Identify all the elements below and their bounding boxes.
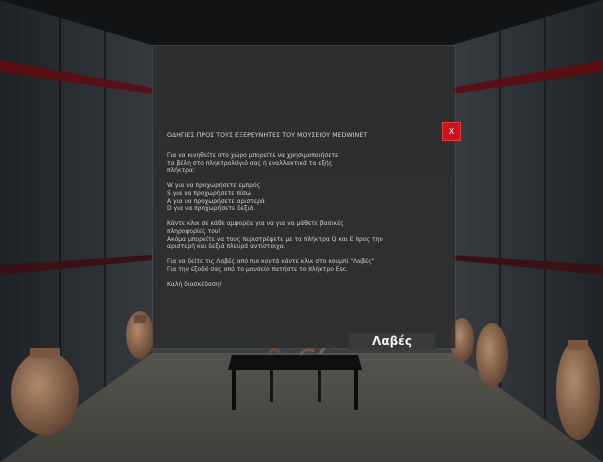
instruction-line: A για να προχωρήσετε αριστερά — [167, 197, 265, 205]
instruction-line: αριστερή και δεξιά πλευρά αντίστοιχα. — [167, 243, 286, 251]
instruction-line: Για να κινηθείτε στο χώρο μπορείτε να χρ… — [167, 152, 339, 159]
museum-scene: ΟΔΗΓΙΕΣ ΠΡΟΣ ΤΟΥΣ ΕΞΕΡΕΥΝΗΤΕΣ ΤΟΥ ΜΟΥΣΕΙ… — [0, 0, 603, 462]
close-button[interactable]: X — [442, 122, 461, 141]
instruction-line: Κάντε κλικ σε κάθε αμφορέα για να για να… — [167, 220, 344, 228]
dialog-title: ΟΔΗΓΙΕΣ ΠΡΟΣ ΤΟΥΣ ΕΞΕΡΕΥΝΗΤΕΣ ΤΟΥ ΜΟΥΣΕΙ… — [167, 132, 368, 139]
instructions-dialog: ΟΔΗΓΙΕΣ ΠΡΟΣ ΤΟΥΣ ΕΞΕΡΕΥΝΗΤΕΣ ΤΟΥ ΜΟΥΣΕΙ… — [153, 46, 455, 348]
labes-button[interactable]: Λαβές — [349, 333, 435, 350]
instruction-line: Καλή διασκέδαση! — [167, 281, 223, 289]
instruction-line: Για την έξοδό σας από το μουσείο πατήστε… — [167, 265, 348, 273]
instruction-line: D για να προχωρήσετε δεξιά. — [167, 205, 256, 213]
instruction-line: πλήκτρα: — [167, 167, 195, 175]
instruction-line: τα βέλη στο πληκτρολόγιό σας ή εναλλακτι… — [167, 159, 333, 167]
instruction-line: W για να προχωρήσετε εμπρός — [167, 182, 261, 190]
instruction-line: S για να προχωρήσετε πίσω — [167, 189, 251, 197]
instruction-line: Για να δείτε τις Λαβές από πιο κοντά κάν… — [167, 258, 375, 266]
instruction-line: Ακόμα μπορείτε να τους περιστρέψετε με τ… — [167, 235, 383, 243]
dialog-body: Για να κινηθείτε στο χώρο μπορείτε να χρ… — [167, 152, 442, 289]
instruction-line: πληροφορίες του! — [167, 227, 221, 235]
